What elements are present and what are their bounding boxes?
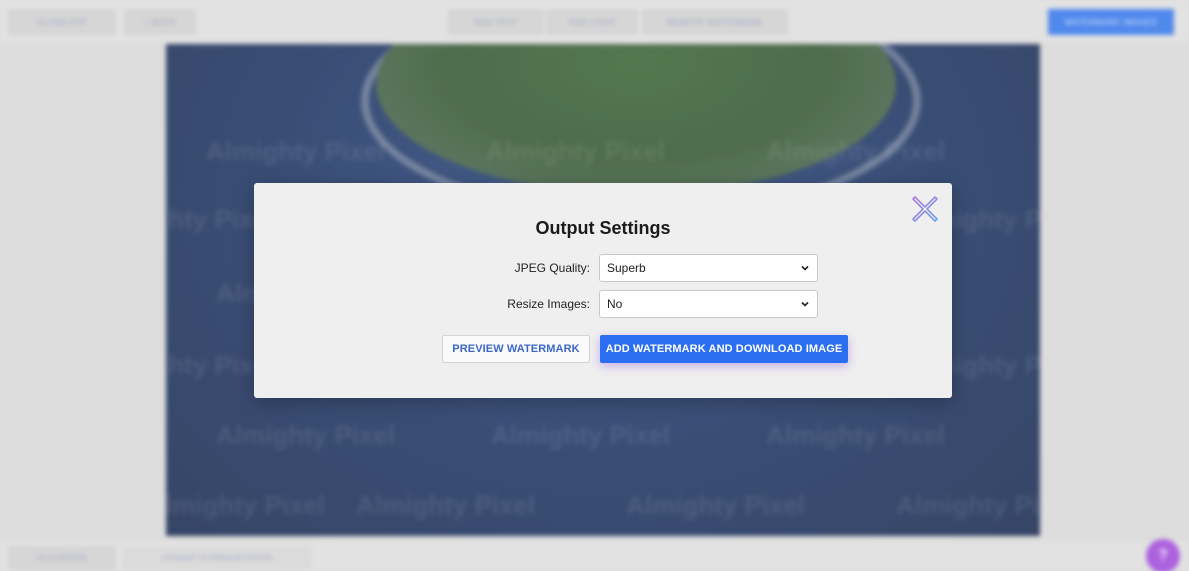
dialog-title: Output Settings (535, 218, 671, 238)
output-settings-dialog: Output Settings JPEG Quality: Superb Res… (254, 183, 952, 398)
jpeg-quality-label: JPEG Quality: (514, 261, 590, 275)
resize-images-label: Resize Images: (507, 297, 590, 311)
jpeg-quality-select[interactable]: Superb (599, 254, 818, 282)
resize-images-row: Resize Images: No (254, 290, 952, 318)
chevron-down-icon (801, 301, 809, 307)
jpeg-quality-value: Superb (607, 261, 646, 275)
chevron-down-icon (801, 265, 809, 271)
resize-images-value: No (607, 297, 623, 311)
jpeg-quality-row: JPEG Quality: Superb (254, 254, 952, 282)
add-watermark-download-button[interactable]: ADD WATERMARK AND DOWNLOAD IMAGE (600, 335, 848, 363)
preview-watermark-button[interactable]: PREVIEW WATERMARK (442, 335, 590, 363)
resize-images-select[interactable]: No (599, 290, 818, 318)
